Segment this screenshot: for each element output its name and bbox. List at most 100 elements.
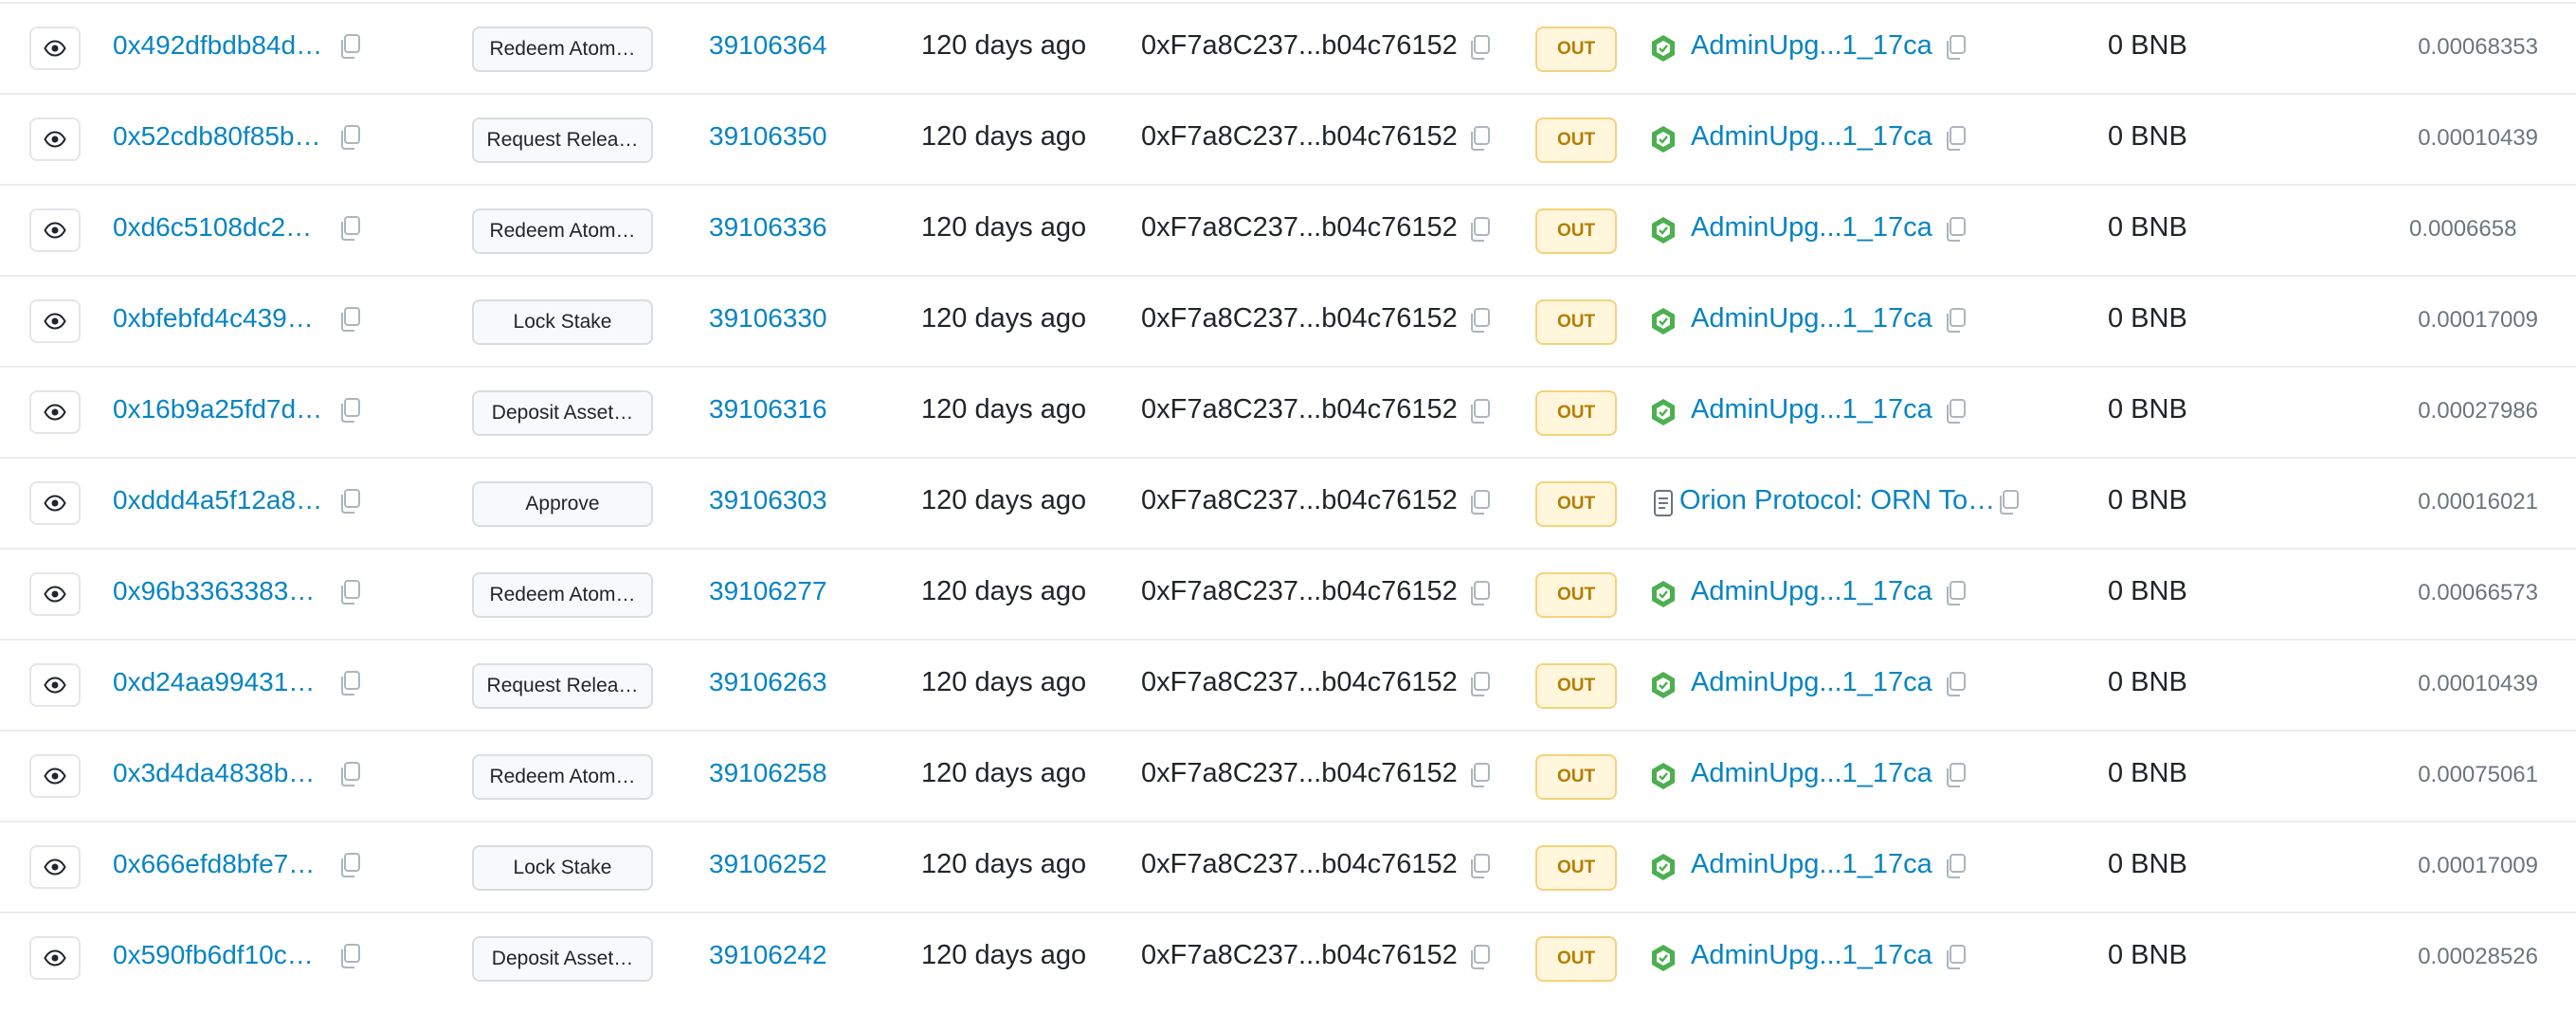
view-details-button[interactable] (29, 572, 81, 616)
view-details-button[interactable] (29, 299, 81, 343)
copy-icon[interactable] (1996, 488, 2021, 516)
contract-verified-icon (1650, 671, 1677, 699)
copy-icon[interactable] (1943, 579, 1968, 607)
block-link[interactable]: 39106263 (709, 667, 827, 697)
to-address-link[interactable]: AdminUpg...1_17ca (1691, 30, 1932, 62)
from-address: 0xF7a8C237...b04c76152 (1141, 30, 1458, 61)
age-text: 120 days ago (921, 849, 1087, 879)
view-details-button[interactable] (29, 481, 81, 525)
copy-icon[interactable] (1943, 124, 1968, 153)
copy-icon[interactable] (1467, 33, 1492, 62)
to-address-link[interactable]: AdminUpg...1_17ca (1691, 758, 1932, 789)
from-address: 0xF7a8C237...b04c76152 (1141, 485, 1458, 515)
copy-icon[interactable] (337, 760, 362, 788)
block-link[interactable]: 39106330 (709, 303, 827, 334)
to-address-link[interactable]: AdminUpg...1_17ca (1691, 849, 1932, 880)
table-row: 0x590fb6df10c… Deposit Asset… 39106242 120 … (0, 912, 2576, 1004)
copy-icon[interactable] (1467, 579, 1492, 607)
eye-icon (44, 765, 66, 787)
block-link[interactable]: 39106303 (709, 485, 827, 515)
block-link[interactable]: 39106277 (709, 576, 827, 606)
copy-icon[interactable] (337, 851, 362, 879)
block-link[interactable]: 39106364 (709, 30, 827, 61)
table-row: 0x492dfbdb84d… Redeem Atom… 39106364 120 da… (0, 2, 2576, 95)
tx-hash-link[interactable]: 0xd24aa99431… (113, 667, 326, 697)
copy-icon[interactable] (1467, 306, 1492, 334)
direction-badge: OUT (1535, 572, 1617, 618)
copy-icon[interactable] (1467, 761, 1492, 789)
copy-icon[interactable] (1467, 124, 1492, 153)
view-details-button[interactable] (29, 208, 81, 252)
copy-icon[interactable] (337, 214, 362, 243)
block-link[interactable]: 39106242 (709, 940, 827, 970)
to-address-link[interactable]: AdminUpg...1_17ca (1691, 303, 1932, 334)
to-address-link[interactable]: AdminUpg...1_17ca (1691, 667, 1932, 698)
tx-hash-link[interactable]: 0xddd4a5f12a8… (113, 485, 326, 515)
tx-hash-link[interactable]: 0x590fb6df10c… (113, 940, 326, 970)
view-details-button[interactable] (29, 390, 81, 434)
tx-hash-link[interactable]: 0x52cdb80f85b… (113, 121, 326, 152)
age-text: 120 days ago (921, 485, 1087, 515)
from-address: 0xF7a8C237...b04c76152 (1141, 758, 1458, 788)
view-details-button[interactable] (29, 754, 81, 798)
age-text: 120 days ago (921, 758, 1087, 788)
direction-badge: OUT (1535, 117, 1617, 163)
contract-verified-icon (1650, 580, 1677, 608)
txn-fee-text: 0.00017009 (2418, 853, 2538, 878)
copy-icon[interactable] (1943, 670, 1968, 698)
to-address-link[interactable]: AdminUpg...1_17ca (1691, 212, 1932, 244)
block-link[interactable]: 39106252 (709, 849, 827, 879)
to-address-link[interactable]: AdminUpg...1_17ca (1691, 394, 1932, 425)
block-link[interactable]: 39106350 (709, 121, 827, 152)
copy-icon[interactable] (337, 32, 362, 61)
tx-hash-link[interactable]: 0x492dfbdb84d… (113, 30, 326, 61)
copy-icon[interactable] (337, 123, 362, 152)
to-address-link[interactable]: AdminUpg...1_17ca (1691, 576, 1932, 607)
copy-icon[interactable] (337, 669, 362, 697)
view-details-button[interactable] (29, 936, 81, 980)
copy-icon[interactable] (1467, 670, 1492, 698)
tx-hash-link[interactable]: 0xd6c5108dc2… (113, 212, 326, 243)
copy-icon[interactable] (1467, 397, 1492, 425)
contract-verified-icon (1650, 125, 1677, 154)
txn-fee-text: 0.0006658 (2409, 216, 2517, 242)
block-link[interactable]: 39106258 (709, 758, 827, 788)
copy-icon[interactable] (1943, 306, 1968, 334)
copy-icon[interactable] (337, 396, 362, 425)
tx-hash-link[interactable]: 0x16b9a25fd7d… (113, 394, 326, 425)
copy-icon[interactable] (1467, 943, 1492, 971)
copy-icon[interactable] (1943, 761, 1968, 789)
contract-verified-icon (1650, 34, 1677, 63)
copy-icon[interactable] (1943, 852, 1968, 880)
value-text: 0 BNB (2108, 30, 2187, 61)
copy-icon[interactable] (337, 305, 362, 334)
to-address-link[interactable]: AdminUpg...1_17ca (1691, 121, 1932, 153)
eye-icon (44, 947, 66, 969)
copy-icon[interactable] (1943, 397, 1968, 425)
view-details-button[interactable] (29, 845, 81, 889)
method-badge: Redeem Atom… (472, 208, 653, 254)
tx-hash-link[interactable]: 0x666efd8bfe7… (113, 849, 326, 879)
tx-hash-link[interactable]: 0xbfebfd4c439… (113, 303, 326, 334)
copy-icon[interactable] (1943, 33, 1968, 62)
method-badge: Lock Stake (472, 299, 653, 345)
transactions-table: 0x492dfbdb84d… Redeem Atom… 39106364 120 da… (0, 0, 2576, 1012)
copy-icon[interactable] (337, 487, 362, 515)
to-address-link[interactable]: Orion Protocol: ORN To… (1679, 485, 1995, 516)
view-details-button[interactable] (29, 117, 81, 161)
to-address-link[interactable]: AdminUpg...1_17ca (1691, 940, 1932, 971)
copy-icon[interactable] (337, 578, 362, 606)
copy-icon[interactable] (1467, 215, 1492, 244)
block-link[interactable]: 39106336 (709, 212, 827, 243)
block-link[interactable]: 39106316 (709, 394, 827, 425)
copy-icon[interactable] (337, 942, 362, 970)
copy-icon[interactable] (1467, 852, 1492, 880)
tx-hash-link[interactable]: 0x96b3363383… (113, 576, 326, 606)
view-details-button[interactable] (29, 663, 81, 707)
copy-icon[interactable] (1943, 215, 1968, 244)
txn-fee-text: 0.00066573 (2418, 580, 2538, 605)
copy-icon[interactable] (1467, 488, 1492, 516)
copy-icon[interactable] (1943, 943, 1968, 971)
tx-hash-link[interactable]: 0x3d4da4838b… (113, 758, 326, 788)
view-details-button[interactable] (29, 27, 81, 70)
